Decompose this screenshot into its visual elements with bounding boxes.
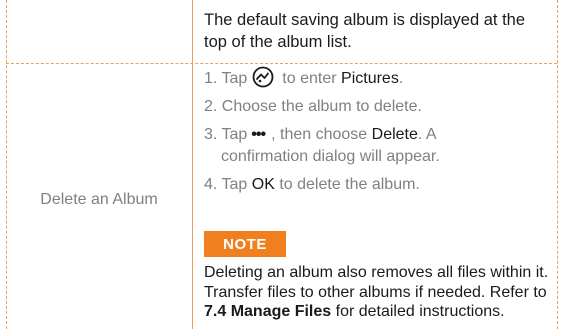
step-number: 3. bbox=[204, 126, 218, 143]
note-badge: NOTE bbox=[204, 231, 286, 257]
step-text-end: . A bbox=[417, 126, 437, 143]
row-label-cell: Delete an Album bbox=[6, 64, 192, 329]
table-column-divider bbox=[192, 0, 193, 329]
instruction-table: The default saving album is displayed at… bbox=[0, 0, 564, 329]
step-text-end: . bbox=[398, 70, 404, 87]
step-bold-term: OK bbox=[251, 176, 275, 193]
step-text: Tap bbox=[221, 70, 248, 87]
note-text-end: for detailed instructions. bbox=[331, 303, 505, 320]
step-continuation: confirmation dialog will appear. bbox=[221, 148, 440, 165]
step-3: 3. Tap ••• , then choose Delete. A confirm… bbox=[204, 124, 549, 168]
step-text: Tap bbox=[221, 126, 248, 143]
steps-list: 1. Tap to enter Pictures. 2. Choose the a… bbox=[204, 66, 549, 202]
step-4: 4. Tap OK to delete the album. bbox=[204, 174, 549, 196]
step-number: 1. bbox=[204, 70, 218, 87]
step-1: 1. Tap to enter Pictures. bbox=[204, 66, 549, 90]
step-text: to enter bbox=[282, 70, 337, 87]
note-text-start: Deleting an album also removes all files… bbox=[204, 264, 549, 301]
step-bold-term: Delete bbox=[371, 126, 418, 143]
step-number: 2. bbox=[204, 98, 218, 115]
step-bold-term: Pictures bbox=[341, 70, 399, 87]
step-2: 2. Choose the album to delete. bbox=[204, 96, 549, 118]
top-note-text: The default saving album is displayed at… bbox=[204, 11, 526, 51]
step-text: , then choose bbox=[271, 126, 368, 143]
row-label: Delete an Album bbox=[40, 190, 158, 208]
step-text: Tap bbox=[221, 176, 248, 193]
step-number: 4. bbox=[204, 176, 218, 193]
note-text: Deleting an album also removes all files… bbox=[204, 263, 549, 322]
step-text: to delete the album. bbox=[279, 176, 420, 193]
table-border-right bbox=[557, 0, 558, 329]
gallery-icon bbox=[252, 66, 274, 88]
step-text: Choose the album to delete. bbox=[221, 98, 422, 115]
note-reference: 7.4 Manage Files bbox=[204, 303, 332, 320]
more-icon: ••• bbox=[251, 126, 266, 143]
